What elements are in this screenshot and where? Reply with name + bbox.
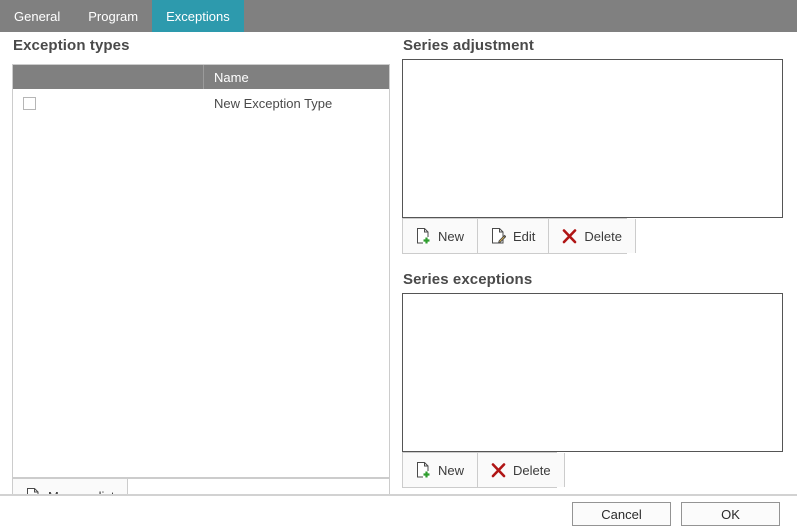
series-adjustment-new-label: New [438,228,465,244]
content-area: Exception types Name New Exception Type [0,32,797,514]
cancel-button-label: Cancel [601,506,642,522]
series-exceptions-new-label: New [438,462,465,478]
ok-button[interactable]: OK [681,502,780,526]
delete-x-icon [562,228,577,244]
cancel-button[interactable]: Cancel [572,502,671,526]
series-adjustment-heading: Series adjustment [403,37,534,54]
series-adjustment-edit-button[interactable]: Edit [478,219,550,253]
tab-general-label: General [14,8,61,24]
row-checkbox[interactable] [23,96,36,110]
series-exceptions-heading: Series exceptions [403,271,533,288]
new-document-icon [416,462,431,478]
grid-header-checkbox-column [13,65,204,89]
edit-document-icon [491,228,507,244]
row-name-label: New Exception Type [214,95,333,111]
exception-types-grid: Name New Exception Type [12,64,390,478]
series-exceptions-delete-button[interactable]: Delete [478,453,565,487]
series-adjustment-new-button[interactable]: New [403,219,479,253]
series-adjustment-list[interactable] [402,59,783,218]
tab-program-label: Program [88,8,139,24]
tab-exceptions-label: Exceptions [166,8,230,24]
new-document-icon [416,228,431,244]
series-adjustment-delete-label: Delete [584,228,622,244]
exception-types-heading: Exception types [13,37,130,54]
grid-header-name-column[interactable]: Name [204,65,389,89]
series-adjustment-edit-label: Edit [513,228,536,244]
grid-header-name-label: Name [214,69,249,85]
series-exceptions-delete-label: Delete [513,462,551,478]
row-checkbox-cell[interactable] [13,96,204,110]
tab-program[interactable]: Program [74,0,152,32]
series-adjustment-toolbar: New Edit Delete [402,218,636,254]
ok-button-label: OK [721,506,740,522]
table-row[interactable]: New Exception Type [13,89,389,117]
series-exceptions-list[interactable] [402,293,783,452]
series-exceptions-toolbar: New Delete [402,452,565,488]
grid-body: New Exception Type [13,89,389,117]
grid-header-row: Name [13,65,389,89]
series-exceptions-new-button[interactable]: New [403,453,479,487]
tab-general[interactable]: General [0,0,74,32]
row-name-cell: New Exception Type [204,96,389,111]
tab-exceptions[interactable]: Exceptions [152,0,244,32]
dialog-button-bar: Cancel OK [0,496,797,532]
series-adjustment-delete-button[interactable]: Delete [549,219,636,253]
delete-x-icon [491,462,506,478]
tab-bar: General Program Exceptions [0,0,797,32]
